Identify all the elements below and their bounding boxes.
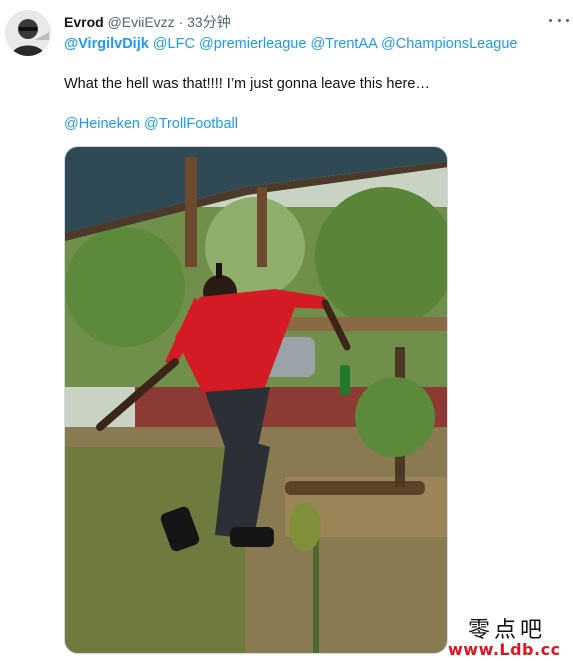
watermark-url: www.Ldb.cc [448, 640, 561, 659]
tweet-text: What the hell was that!!!! I’m just gonn… [64, 76, 430, 92]
mention-link[interactable]: @TrentAA [310, 36, 377, 52]
author-handle[interactable]: @EviiEvzz [108, 14, 175, 30]
mention-link[interactable]: @premierleague [199, 36, 306, 52]
avatar[interactable] [5, 10, 51, 56]
mention-link[interactable]: @ChampionsLeague [381, 36, 517, 52]
tag-link[interactable]: @Heineken [64, 116, 140, 132]
tweet[interactable]: Evrod @EviiEvzz · 33分钟 @VirgilvDijk @LFC… [0, 0, 573, 661]
mention-link[interactable]: @VirgilvDijk [64, 36, 149, 52]
tag-link[interactable]: @TrollFootball [144, 116, 238, 132]
watermark: 零点吧 www.Ldb.cc [448, 612, 568, 659]
tweet-photo[interactable] [64, 146, 448, 654]
tweet-tags: @Heineken @TrollFootball [64, 116, 238, 132]
author-name[interactable]: Evrod [64, 14, 104, 30]
tweet-header: Evrod @EviiEvzz · 33分钟 [64, 12, 231, 32]
more-horizontal-icon[interactable] [549, 12, 569, 28]
timestamp[interactable]: 33分钟 [187, 14, 231, 30]
mention-link[interactable]: @LFC [153, 36, 195, 52]
reply-mentions: @VirgilvDijk @LFC @premierleague @TrentA… [64, 36, 518, 52]
separator-dot: · [178, 14, 184, 30]
